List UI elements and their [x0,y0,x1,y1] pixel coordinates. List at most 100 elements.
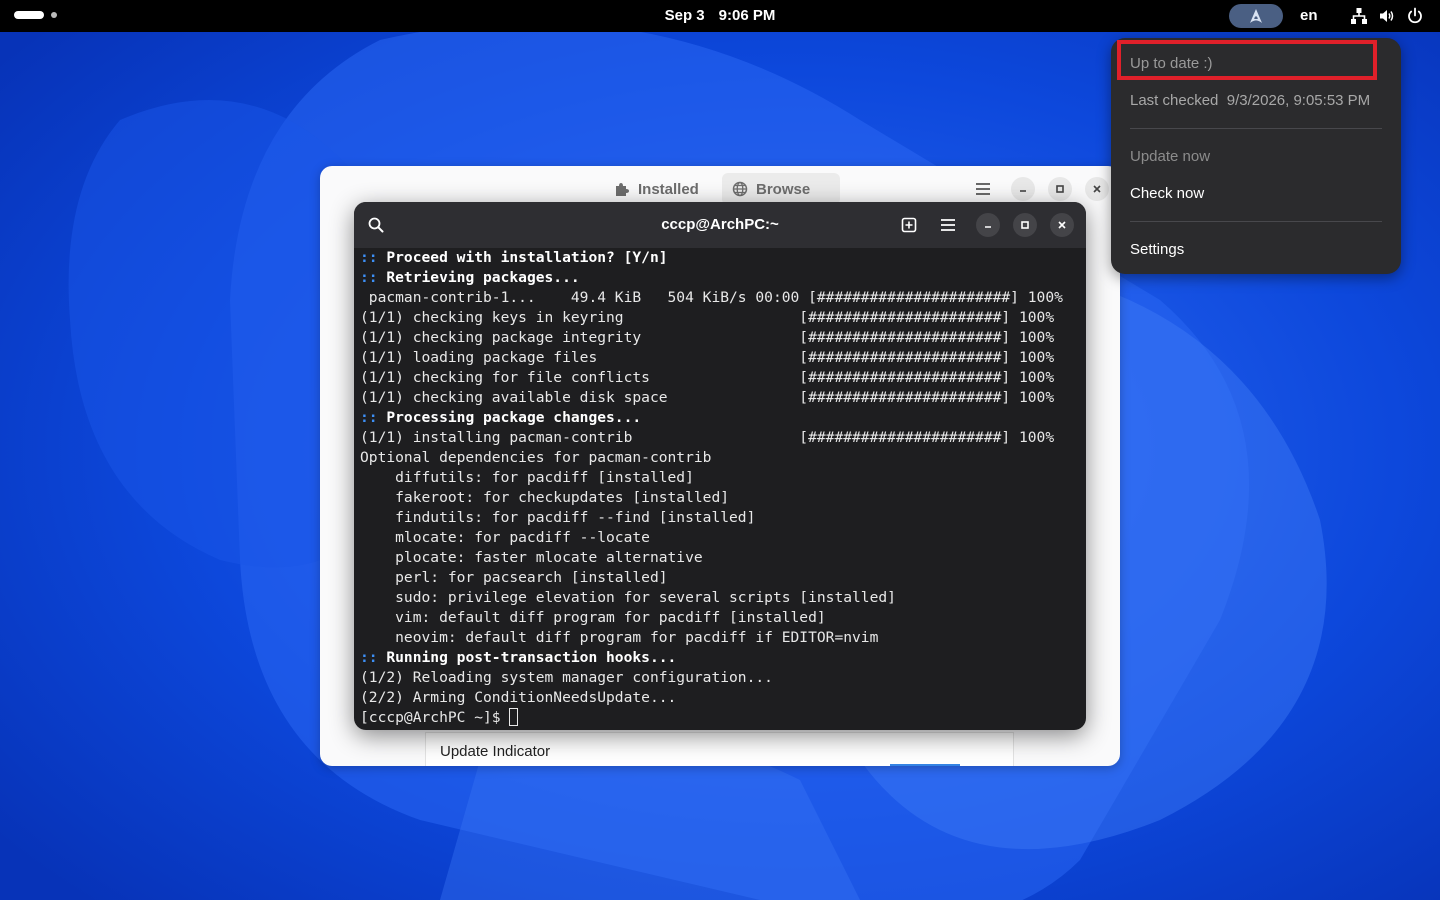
terminal-line: (1/1) loading package files [###########… [360,348,1082,368]
hamburger-menu-icon [941,219,955,231]
list-item-update-indicator[interactable]: Update Indicator [425,732,1014,766]
terminal-new-tab-button[interactable] [897,213,921,237]
software-minimize-button[interactable] [1011,177,1035,201]
terminal-line: fakeroot: for checkupdates [installed] [360,488,1082,508]
software-menu-button[interactable] [971,177,995,201]
last-checked-value: 9/3/2026, 9:05:53 PM [1226,92,1371,109]
terminal-line-prefix: :: [360,249,378,266]
terminal-line: vim: default diff program for pacdiff [i… [360,608,1082,628]
progress-indicator [890,764,960,766]
terminal-line-text: Optional dependencies for pacman-contrib [360,449,712,466]
terminal-search-button[interactable] [364,213,388,237]
last-checked-prefix: Last checked [1130,92,1219,109]
terminal-line: pacman-contrib-1... 49.4 KiB 504 KiB/s 0… [360,288,1082,308]
terminal-line-text: (1/1) loading package files [###########… [360,349,1055,366]
terminal-line: :: Running post-transaction hooks... [360,648,1082,668]
terminal-prompt: [cccp@ArchPC ~]$ [360,709,510,726]
tab-browse[interactable]: Browse [722,173,840,205]
terminal-maximize-button[interactable] [1013,213,1037,237]
terminal-line: diffutils: for pacdiff [installed] [360,468,1082,488]
settings-menu-item[interactable]: Settings [1130,241,1184,258]
terminal-line-text: diffutils: for pacdiff [installed] [360,469,694,486]
terminal-menu-button[interactable] [936,213,960,237]
terminal-line: :: Proceed with installation? [Y/n] [360,248,1082,268]
terminal-line-text: Proceed with installation? [Y/n] [377,249,668,266]
terminal-line: neovim: default diff program for pacdiff… [360,628,1082,648]
terminal-line-text: mlocate: for pacdiff --locate [360,529,650,546]
terminal-line-text: fakeroot: for checkupdates [installed] [360,489,730,506]
terminal-line-prefix: :: [360,269,378,286]
terminal-line-text: (1/1) installing pacman-contrib [#######… [360,429,1055,446]
terminal-output[interactable]: :: Proceed with installation? [Y/n]:: Re… [360,248,1082,728]
terminal-line-text: sudo: privilege elevation for several sc… [360,589,896,606]
terminal-line: (1/1) checking for file conflicts [#####… [360,368,1082,388]
terminal-line-text: Running post-transaction hooks... [377,649,677,666]
minimize-icon [1020,190,1026,192]
volume-icon[interactable] [1378,7,1396,25]
terminal-line-text: findutils: for pacdiff --find [installed… [360,509,756,526]
terminal-line: (1/1) checking package integrity [######… [360,328,1082,348]
terminal-line: findutils: for pacdiff --find [installed… [360,508,1082,528]
hamburger-menu-icon [976,183,990,195]
terminal-line-text: (2/2) Arming ConditionNeedsUpdate... [360,689,677,706]
clock-date[interactable]: Sep 3 [665,7,705,24]
arch-logo-icon [1250,9,1262,23]
minimize-icon [985,226,991,228]
highlight-annotation-box [1117,40,1377,80]
menu-separator [1130,128,1382,129]
software-maximize-button[interactable] [1048,177,1072,201]
new-tab-icon [901,217,917,233]
terminal-line-text: pacman-contrib-1... 49.4 KiB 504 KiB/s 0… [360,289,1063,306]
terminal-line: :: Processing package changes... [360,408,1082,428]
clock-time[interactable]: 9:06 PM [719,7,776,24]
puzzle-icon [616,183,629,196]
network-icon[interactable] [1350,7,1368,25]
terminal-line: :: Retrieving packages... [360,268,1082,288]
menu-separator [1130,221,1382,222]
terminal-minimize-button[interactable] [976,213,1000,237]
tab-installed[interactable]: Installed [604,173,724,205]
terminal-line: mlocate: for pacdiff --locate [360,528,1082,548]
terminal-cursor [509,708,519,726]
terminal-line: (1/2) Reloading system manager configura… [360,668,1082,688]
list-item-label: Update Indicator [440,743,551,760]
terminal-line-text: plocate: faster mlocate alternative [360,549,703,566]
maximize-icon [1056,185,1064,193]
terminal-prompt-line[interactable]: [cccp@ArchPC ~]$ [360,708,1082,728]
terminal-line-text: Retrieving packages... [377,269,580,286]
terminal-line-text: (1/1) checking package integrity [######… [360,329,1055,346]
top-bar: Sep 3 9:06 PM en [0,0,1440,32]
terminal-line: Optional dependencies for pacman-contrib [360,448,1082,468]
globe-icon [732,181,748,197]
power-icon[interactable] [1406,7,1424,25]
terminal-line: (1/1) installing pacman-contrib [#######… [360,428,1082,448]
tab-browse-label: Browse [756,180,811,198]
terminal-header-bar[interactable]: cccp@ArchPC:~ [354,202,1086,248]
clock: Sep 3 9:06 PM [0,0,1440,32]
update-now-menu-item[interactable]: Update now [1130,148,1210,165]
terminal-line: sudo: privilege elevation for several sc… [360,588,1082,608]
activities-button[interactable] [14,11,57,19]
tab-installed-label: Installed [638,180,699,198]
maximize-icon [1021,221,1029,229]
terminal-line-text: (1/1) checking keys in keyring [########… [360,309,1055,326]
terminal-close-button[interactable] [1050,213,1074,237]
terminal-line: (1/1) checking keys in keyring [########… [360,308,1082,328]
last-checked-label: Last checked 9/3/2026, 9:05:53 PM [1130,92,1370,109]
terminal-line-text: perl: for pacsearch [installed] [360,569,668,586]
software-close-button[interactable] [1085,177,1109,201]
terminal-line-prefix: :: [360,409,378,426]
terminal-line-text: (1/2) Reloading system manager configura… [360,669,773,686]
close-icon [1093,185,1101,193]
update-indicator-button[interactable] [1229,4,1283,28]
terminal-line-text: Processing package changes... [377,409,642,426]
terminal-line-text: vim: default diff program for pacdiff [i… [360,609,826,626]
terminal-window[interactable]: cccp@ArchPC:~ :: Proceed with installati… [354,202,1086,730]
check-now-menu-item[interactable]: Check now [1130,185,1204,202]
terminal-line: (1/1) checking available disk space [###… [360,388,1082,408]
workspace-indicator-active[interactable] [14,11,44,19]
workspace-indicator[interactable] [51,12,57,18]
keyboard-language-indicator[interactable]: en [1300,0,1318,32]
close-icon [1058,221,1066,229]
terminal-line: perl: for pacsearch [installed] [360,568,1082,588]
